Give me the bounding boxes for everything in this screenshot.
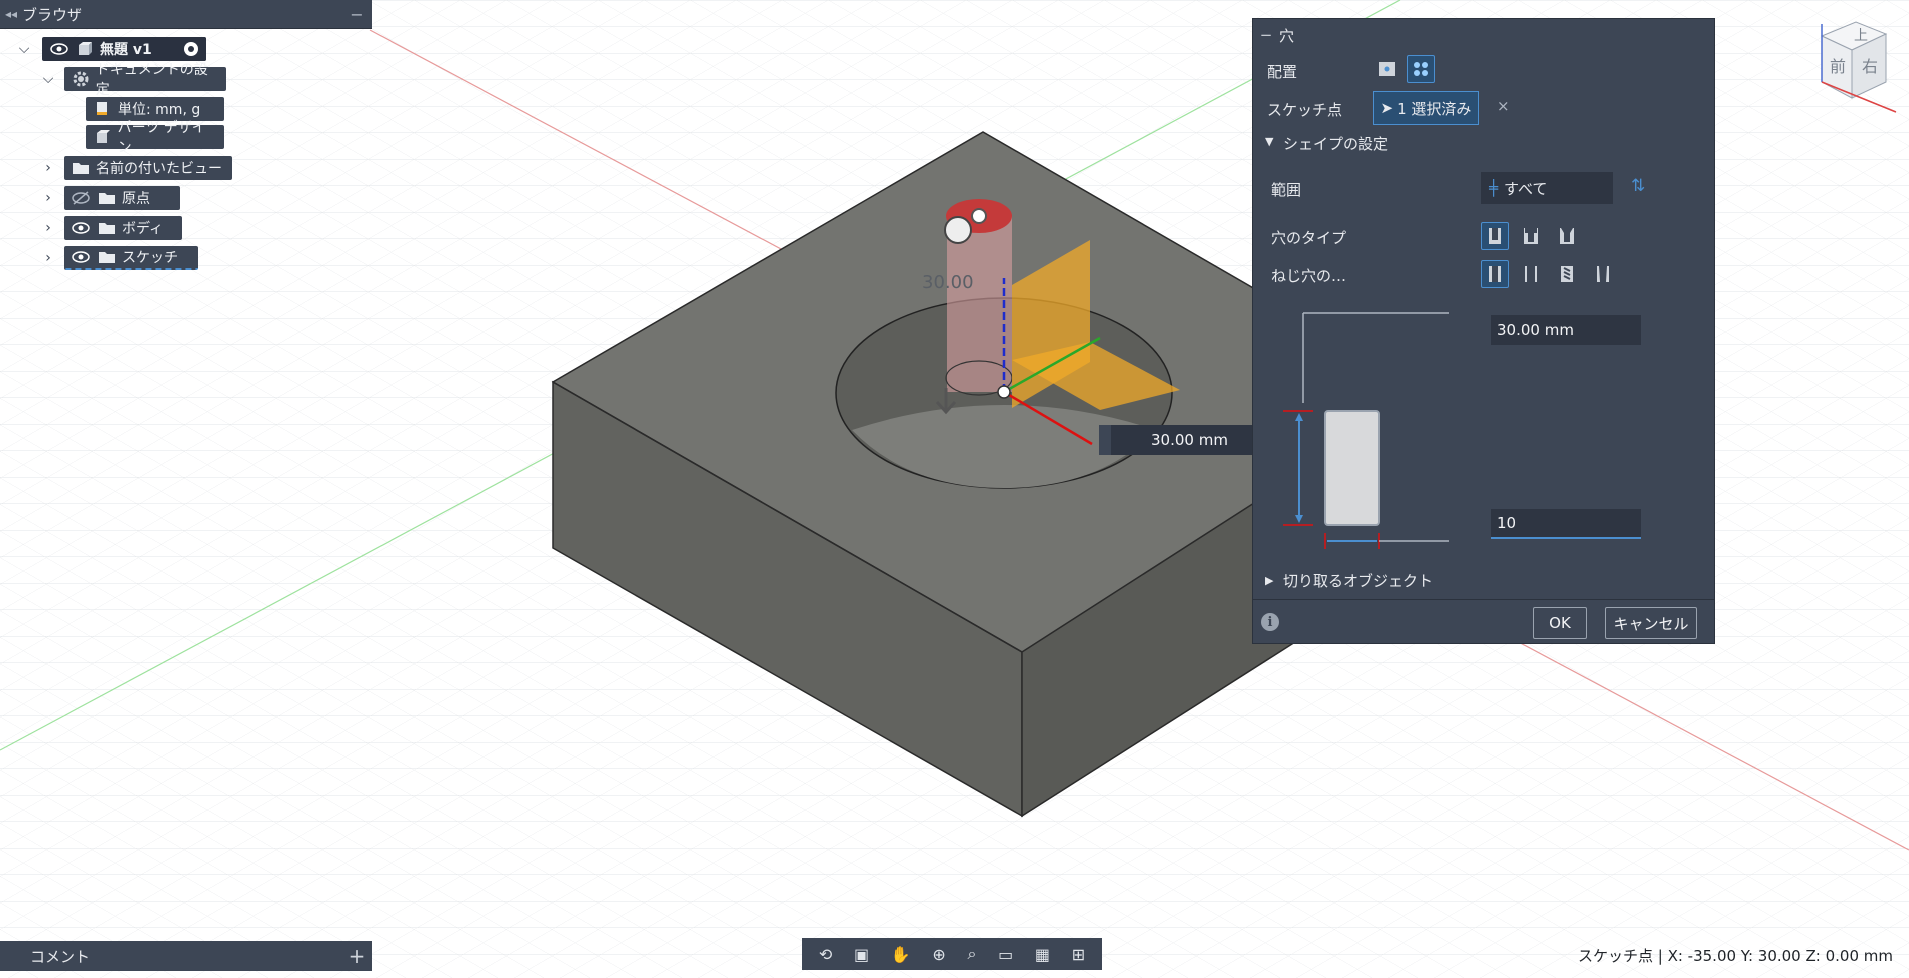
dimension-input-field[interactable]: 30.00 mm bbox=[1099, 425, 1252, 455]
placement-label: 配置 bbox=[1267, 63, 1298, 81]
flip-direction-icon[interactable]: ⇅ bbox=[1631, 176, 1645, 196]
chevron-right-icon[interactable]: › bbox=[38, 186, 58, 210]
fit-icon[interactable]: ⌕ bbox=[967, 944, 976, 964]
comment-title: コメント bbox=[30, 947, 91, 966]
cursor-arrow-icon: ➤ bbox=[1380, 99, 1394, 117]
viewcube-front-face[interactable]: 前 bbox=[1830, 57, 1846, 76]
eye-icon[interactable] bbox=[70, 218, 92, 238]
chevron-right-icon[interactable]: › bbox=[38, 156, 58, 180]
extent-label: 範囲 bbox=[1271, 181, 1302, 199]
info-icon[interactable]: i bbox=[1261, 613, 1279, 631]
folder-icon bbox=[96, 247, 118, 267]
chevron-right-icon[interactable]: › bbox=[38, 216, 58, 240]
zoom-icon[interactable]: ⊕ bbox=[932, 945, 945, 964]
taper-tapped-icon[interactable] bbox=[1589, 260, 1617, 288]
look-at-icon[interactable]: ▣ bbox=[854, 945, 869, 964]
drag-grip[interactable] bbox=[1099, 425, 1111, 455]
tap-type-label: ねじ穴の… bbox=[1271, 267, 1347, 285]
single-hole-placement-icon[interactable] bbox=[1373, 55, 1401, 83]
add-comment-icon[interactable]: + bbox=[342, 944, 372, 968]
folder-icon bbox=[96, 218, 118, 238]
browser-title: ブラウザ bbox=[22, 5, 83, 24]
countersink-hole-icon[interactable] bbox=[1553, 222, 1581, 250]
component-icon bbox=[74, 39, 96, 59]
multi-hole-placement-icon[interactable] bbox=[1407, 55, 1435, 83]
browser-item-sketches[interactable]: スケッチ bbox=[64, 246, 198, 270]
flip-direction-icon[interactable] bbox=[944, 216, 972, 244]
dialog-divider bbox=[1253, 599, 1714, 600]
sketch-points-label: スケッチ点 bbox=[1267, 101, 1343, 119]
chevron-right-icon[interactable]: › bbox=[38, 246, 58, 270]
comment-panel: コメント + bbox=[0, 941, 372, 971]
activate-radio[interactable] bbox=[176, 37, 206, 61]
folder-icon bbox=[96, 188, 118, 208]
hole-dialog: − 穴 配置 スケッチ点 ➤ 1 選択済み × ▼ シェイプの設定 範囲 ╪ す… bbox=[1252, 18, 1715, 644]
shape-settings-header[interactable]: シェイプの設定 bbox=[1283, 133, 1388, 154]
gear-icon bbox=[70, 69, 92, 89]
viewports-icon[interactable]: ⊞ bbox=[1072, 945, 1085, 964]
viewcube[interactable]: 上 前 右 bbox=[1800, 14, 1900, 114]
browser-item-origin[interactable]: 原点 bbox=[64, 186, 180, 210]
cancel-button[interactable]: キャンセル bbox=[1605, 607, 1697, 639]
dimension-input-value: 30.00 mm bbox=[1151, 431, 1228, 449]
sketch-points-selection[interactable]: ➤ 1 選択済み bbox=[1373, 91, 1479, 125]
browser-header: ◂◂ ブラウザ − bbox=[0, 0, 372, 29]
eye-icon[interactable] bbox=[48, 39, 70, 59]
objects-to-cut-header[interactable]: 切り取るオブジェクト bbox=[1283, 570, 1433, 591]
part-icon bbox=[92, 127, 114, 147]
collapse-panel-icon[interactable]: ◂◂ bbox=[0, 7, 22, 21]
chevron-down-icon[interactable]: ⌵ bbox=[14, 37, 34, 61]
chevron-down-icon[interactable]: ⌵ bbox=[38, 67, 58, 91]
dimension-label: 30.00 bbox=[922, 272, 974, 293]
minimize-icon[interactable]: − bbox=[342, 5, 372, 24]
clear-selection-icon[interactable]: × bbox=[1497, 97, 1510, 115]
extent-dropdown[interactable]: ╪ すべて bbox=[1481, 172, 1613, 204]
simple-hole-icon[interactable] bbox=[1481, 222, 1509, 250]
browser-item-bodies[interactable]: ボディ bbox=[64, 216, 182, 240]
status-readout: スケッチ点 | X: -35.00 Y: 30.00 Z: 0.00 mm bbox=[1577, 947, 1893, 965]
folder-icon bbox=[70, 158, 92, 178]
ok-button[interactable]: OK bbox=[1533, 607, 1587, 639]
counterbore-hole-icon[interactable] bbox=[1517, 222, 1545, 250]
grid-icon[interactable]: ▦ bbox=[1035, 945, 1050, 964]
browser-item-named-views[interactable]: 名前の付いたビュー bbox=[64, 156, 232, 180]
depth-input[interactable]: 30.00 mm bbox=[1491, 315, 1641, 345]
navigation-bar: ⟲ ▣ ✋ ⊕ ⌕ ▭ ▦ ⊞ bbox=[802, 938, 1102, 970]
collapse-dialog-icon[interactable]: − bbox=[1253, 26, 1279, 44]
dialog-title-bar[interactable]: − 穴 bbox=[1253, 19, 1714, 51]
eye-icon[interactable] bbox=[70, 247, 92, 267]
triangle-right-icon[interactable]: ▶ bbox=[1265, 574, 1273, 587]
hole-diagram bbox=[1283, 312, 1449, 549]
browser-item-document-settings[interactable]: ドキュメントの設定 bbox=[64, 62, 226, 98]
units-icon bbox=[92, 99, 114, 119]
simple-tap-icon[interactable] bbox=[1481, 260, 1509, 288]
clearance-tap-icon[interactable] bbox=[1517, 260, 1545, 288]
display-settings-icon[interactable]: ▭ bbox=[998, 945, 1013, 964]
through-all-icon: ╪ bbox=[1489, 179, 1499, 197]
dialog-title: 穴 bbox=[1279, 26, 1295, 45]
tapped-icon[interactable] bbox=[1553, 260, 1581, 288]
eye-hidden-icon[interactable] bbox=[70, 188, 92, 208]
root-label: 無題 v1 bbox=[100, 42, 152, 58]
pan-icon[interactable]: ✋ bbox=[891, 945, 911, 964]
triangle-down-icon[interactable]: ▼ bbox=[1265, 135, 1273, 148]
diameter-input[interactable]: 10 bbox=[1491, 509, 1641, 539]
orbit-icon[interactable]: ⟲ bbox=[819, 945, 832, 964]
hole-type-label: 穴のタイプ bbox=[1271, 229, 1347, 247]
viewcube-right-face[interactable]: 右 bbox=[1862, 57, 1878, 76]
viewcube-top-face[interactable]: 上 bbox=[1854, 28, 1868, 44]
browser-item-design-type[interactable]: パーツ デザイン bbox=[86, 120, 224, 156]
